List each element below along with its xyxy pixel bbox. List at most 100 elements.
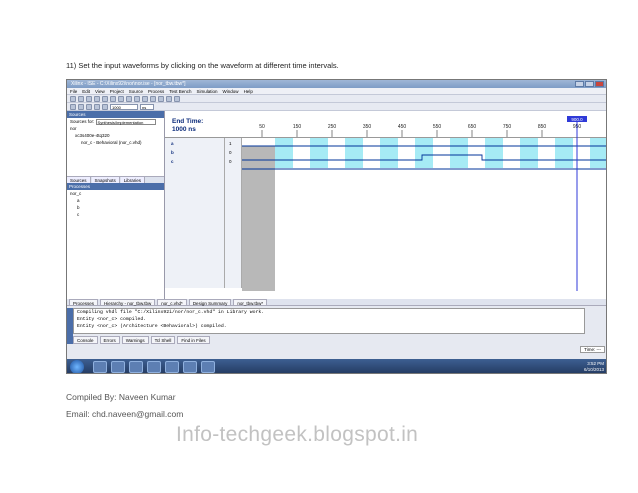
- ise-screenshot: Xilinx - ISE - C:\Xilinx92i\nor\nor.ise …: [66, 79, 607, 374]
- explorer-taskbar-icon[interactable]: [93, 361, 107, 373]
- close-button[interactable]: [595, 81, 604, 87]
- slide-caption: 11) Set the input waveforms by clicking …: [66, 61, 339, 70]
- signal-a-name[interactable]: a: [171, 141, 174, 146]
- undo-icon[interactable]: [134, 95, 140, 102]
- signal-b-name[interactable]: b: [171, 150, 174, 155]
- signal-c-name[interactable]: c: [171, 159, 174, 164]
- maximize-button[interactable]: [585, 81, 594, 87]
- doc-tab-processes[interactable]: Processes: [69, 299, 99, 306]
- doc-tab-tbw[interactable]: nor_tbw.tbw*: [233, 299, 268, 306]
- clock-column: [415, 138, 433, 168]
- credits: Compiled By: Naveen Kumar Email: chd.nav…: [66, 389, 183, 423]
- clock-column: [520, 138, 538, 168]
- email: Email: chd.naveen@gmail.com: [66, 409, 184, 419]
- open-icon[interactable]: [78, 95, 84, 102]
- ise-taskbar-icon[interactable]: [201, 361, 215, 373]
- tree-item-module[interactable]: nor_c - Behavioral (nor_c.vhd): [67, 139, 164, 146]
- time-tick-label: 750: [503, 124, 512, 130]
- time-tick-label: 850: [538, 124, 547, 130]
- marker-icon[interactable]: [102, 103, 108, 110]
- menu-process[interactable]: Process: [148, 89, 164, 94]
- sources-tabs: Sources Snapshots Libraries: [67, 176, 164, 183]
- system-clock[interactable]: 3:52 PM 6/10/2013: [584, 361, 604, 373]
- doc-tab-hierarchy[interactable]: Hierarchy - nor_tbw.tbw: [100, 299, 156, 306]
- end-time-label: End Time:: [172, 118, 204, 125]
- cut-icon[interactable]: [102, 95, 108, 102]
- tab-libraries[interactable]: Libraries: [120, 177, 146, 183]
- clock-date: 6/10/2013: [583, 367, 604, 372]
- console-tabs: Console Errors Warnings Tcl Shell Find i…: [73, 336, 210, 344]
- menu-file[interactable]: File: [70, 89, 77, 94]
- console-output[interactable]: Compiling vhdl file "C:/Xilinx92i/nor/no…: [73, 308, 585, 334]
- print-icon[interactable]: [94, 95, 100, 102]
- sources-for-select[interactable]: Synthesis/Implementation: [95, 118, 156, 125]
- time-tick-label: 150: [293, 124, 302, 130]
- menu-simulation[interactable]: Simulation: [197, 89, 218, 94]
- proc-item-c[interactable]: c: [67, 211, 164, 218]
- waveform-canvas[interactable]: 50150250350450550650750850950900.0: [242, 111, 606, 291]
- menu-help[interactable]: Help: [244, 89, 253, 94]
- start-button-icon[interactable]: [70, 360, 84, 373]
- tab-snapshots[interactable]: Snapshots: [91, 177, 120, 183]
- doc-tab-design-summary[interactable]: Design Summary: [188, 299, 232, 306]
- zoom-in-icon[interactable]: [150, 95, 156, 102]
- proc-item-module[interactable]: nor_c: [67, 190, 164, 197]
- paste-icon[interactable]: [118, 95, 124, 102]
- end-time: End Time: 1000 ns: [172, 118, 203, 134]
- proc-item-b[interactable]: b: [67, 204, 164, 211]
- menu-project[interactable]: Project: [110, 89, 124, 94]
- sim-unit-select[interactable]: ns: [140, 103, 154, 110]
- compiled-by: Compiled By: Naveen Kumar: [66, 392, 176, 402]
- document-tabs: Processes Hierarchy - nor_tbw.tbw nor_c.…: [67, 299, 606, 306]
- menu-edit[interactable]: Edit: [82, 89, 90, 94]
- sources-for-label: Sources for:: [70, 119, 95, 124]
- cursor-label: 900.0: [571, 117, 583, 122]
- restart-icon[interactable]: [94, 103, 100, 110]
- tab-tcl-shell[interactable]: Tcl Shell: [150, 336, 176, 344]
- clock-column: [450, 138, 468, 168]
- back-icon[interactable]: [70, 103, 76, 110]
- clock-column: [555, 138, 573, 168]
- tab-find-in-files[interactable]: Find in Files: [177, 336, 210, 344]
- time-tick-label: 650: [468, 124, 477, 130]
- copy-icon[interactable]: [110, 95, 116, 102]
- new-icon[interactable]: [70, 95, 76, 102]
- processes-header: Processes: [67, 183, 164, 190]
- tab-console[interactable]: Console: [73, 336, 98, 344]
- window-titlebar: Xilinx - ISE - C:\Xilinx92i\nor\nor.ise …: [67, 80, 606, 88]
- time-tick-label: 550: [433, 124, 442, 130]
- delete-icon[interactable]: [126, 95, 132, 102]
- tree-item-device[interactable]: xc3s400e-4tq320: [67, 132, 164, 139]
- sim-time-input[interactable]: 1000: [110, 103, 138, 110]
- menu-source[interactable]: Source: [129, 89, 143, 94]
- initial-region: [242, 146, 275, 291]
- proc-item-a[interactable]: a: [67, 197, 164, 204]
- minimize-button[interactable]: [575, 81, 584, 87]
- tree-item-project[interactable]: nor: [67, 125, 164, 132]
- signal-a-value: 1: [229, 141, 232, 146]
- firefox-taskbar-icon[interactable]: [147, 361, 161, 373]
- folder-taskbar-icon[interactable]: [129, 361, 143, 373]
- end-time-value: 1000 ns: [172, 126, 196, 133]
- doc-tab-vhd[interactable]: nor_c.vhd*: [157, 299, 187, 306]
- menu-window[interactable]: Window: [223, 89, 239, 94]
- clock-column: [380, 138, 398, 168]
- clock-column: [345, 138, 363, 168]
- help-icon[interactable]: [174, 95, 180, 102]
- time-tick-label: 350: [363, 124, 372, 130]
- media-taskbar-icon[interactable]: [111, 361, 125, 373]
- signal-names-pane: a b c: [165, 138, 225, 288]
- time-tick-label: 450: [398, 124, 407, 130]
- zoom-fit-icon[interactable]: [166, 95, 172, 102]
- forward-icon[interactable]: [78, 103, 84, 110]
- tab-warnings[interactable]: Warnings: [121, 336, 149, 344]
- run-icon[interactable]: [86, 103, 92, 110]
- zoom-out-icon[interactable]: [158, 95, 164, 102]
- redo-icon[interactable]: [142, 95, 148, 102]
- app-taskbar-icon[interactable]: [183, 361, 197, 373]
- chrome-taskbar-icon[interactable]: [165, 361, 179, 373]
- menu-test-bench[interactable]: Test Bench: [169, 89, 191, 94]
- save-icon[interactable]: [86, 95, 92, 102]
- tab-errors[interactable]: Errors: [99, 336, 120, 344]
- menu-view[interactable]: View: [95, 89, 105, 94]
